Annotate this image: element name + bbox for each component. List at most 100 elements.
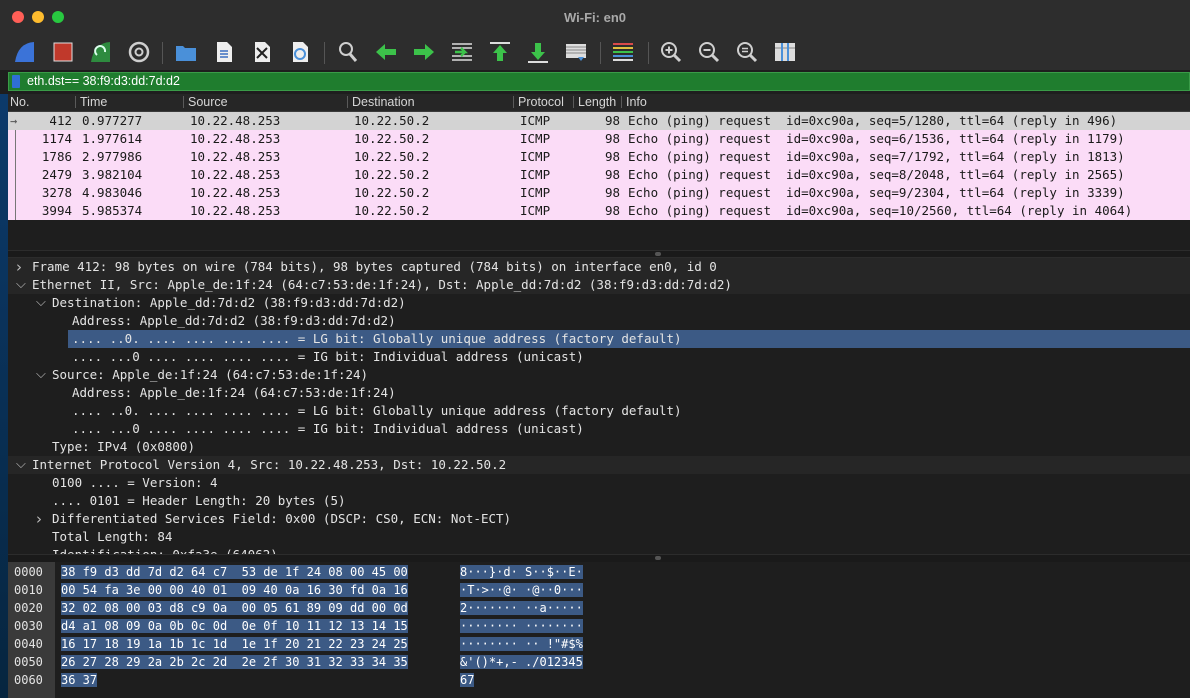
zoom-normal-button[interactable] (734, 39, 760, 65)
reload-file-button[interactable] (287, 39, 313, 65)
packet-destination: 10.22.50.2 (354, 113, 430, 128)
ascii-bytes[interactable]: ·T·>··@· ·@··0··· (460, 581, 583, 599)
ascii-bytes[interactable]: 67 (460, 671, 475, 689)
column-separator[interactable] (75, 96, 76, 108)
detail-tree-item[interactable]: .... ..0. .... .... .... .... = LG bit: … (8, 330, 1190, 348)
chevron-right-icon[interactable]: › (16, 258, 22, 276)
detail-tree-item[interactable]: ⌵ Destination: Apple_dd:7d:d2 (38:f9:d3:d… (8, 294, 1190, 312)
chevron-down-icon[interactable]: ⌵ (16, 276, 26, 294)
ascii-bytes-highlight: ········ ········ (460, 619, 583, 633)
go-forward-button[interactable] (411, 39, 437, 65)
chevron-down-icon[interactable]: ⌵ (16, 456, 26, 474)
packet-length: 98 (604, 203, 620, 218)
open-file-icon (176, 46, 196, 61)
chevron-down-icon[interactable]: ⌵ (36, 366, 46, 384)
packet-protocol: ICMP (520, 131, 551, 146)
hex-bytes[interactable]: 26 27 28 29 2a 2b 2c 2d 2e 2f 30 31 32 3… (61, 653, 408, 671)
column-separator[interactable] (621, 96, 622, 108)
go-to-packet-button[interactable] (449, 39, 475, 65)
autoscroll-button[interactable] (563, 39, 589, 65)
packet-protocol: ICMP (520, 149, 551, 164)
start-capture-button[interactable] (12, 39, 38, 65)
packet-protocol: ICMP (520, 203, 551, 218)
pane-splitter[interactable] (8, 250, 1190, 258)
restart-capture-button[interactable] (88, 39, 114, 65)
main-toolbar (0, 34, 1190, 70)
hex-bytes[interactable]: 36 37 (61, 671, 98, 689)
col-header-no[interactable]: No. (10, 95, 29, 109)
detail-tree-label: Ethernet II, Src: Apple_de:1f:24 (64:c7:… (32, 277, 732, 292)
detail-tree-item[interactable]: Total Length: 84 (8, 528, 1190, 546)
column-separator[interactable] (183, 96, 184, 108)
ascii-bytes[interactable]: ········ ·· !"#$% (460, 635, 583, 653)
detail-tree-item[interactable]: ⌵ Ethernet II, Src: Apple_de:1f:24 (64:c7… (8, 276, 1190, 294)
packet-row[interactable]: → 412 0.977277 10.22.48.253 10.22.50.2 ICMP 98… (8, 112, 1190, 130)
packet-info: Echo (ping) request id=0xc90a, seq=8/204… (628, 167, 1125, 182)
hex-bytes[interactable]: 16 17 18 19 1a 1b 1c 1d 1e 1f 20 21 22 2… (61, 635, 408, 653)
hex-bytes[interactable]: 32 02 08 00 03 d8 c9 0a 00 05 61 89 09 d… (61, 599, 408, 617)
hex-bytes[interactable]: 38 f9 d3 dd 7d d2 64 c7 53 de 1f 24 08 0… (61, 563, 408, 581)
zoom-out-button[interactable] (696, 39, 722, 65)
detail-tree-item[interactable]: Identification: 0xfa3e (64062) (8, 546, 1190, 554)
detail-tree-label: Source: Apple_de:1f:24 (64:c7:53:de:1f:2… (52, 367, 369, 382)
ascii-bytes[interactable]: 8···}·d· S··$··E· (460, 563, 583, 581)
chevron-right-icon[interactable]: › (36, 510, 42, 528)
col-header-length[interactable]: Length (578, 95, 622, 109)
detail-tree-item[interactable]: .... ...0 .... .... .... .... = IG bit: … (8, 348, 1190, 366)
packet-row[interactable]: 3994 5.985374 10.22.48.253 10.22.50.2 ICMP 98… (8, 202, 1190, 220)
packet-row[interactable]: 1786 2.977986 10.22.48.253 10.22.50.2 ICMP 98… (8, 148, 1190, 166)
packet-row[interactable]: 1174 1.977614 10.22.48.253 10.22.50.2 ICMP 98… (8, 130, 1190, 148)
detail-tree-item[interactable]: Address: Apple_dd:7d:d2 (38:f9:d3:dd:7d:… (8, 312, 1190, 330)
detail-tree-item[interactable]: Address: Apple_de:1f:24 (64:c7:53:de:1f:… (8, 384, 1190, 402)
close-file-icon (255, 42, 270, 62)
chevron-down-icon[interactable]: ⌵ (36, 294, 46, 312)
ascii-bytes[interactable]: 2······· ··a····· (460, 599, 583, 617)
ascii-bytes[interactable]: &'()*+,- ./012345 (460, 653, 583, 671)
ascii-bytes-highlight: ········ ·· !"#$% (460, 637, 583, 651)
zoom-normal-icon (737, 42, 758, 63)
packet-row[interactable]: 2479 3.982104 10.22.48.253 10.22.50.2 ICMP 98… (8, 166, 1190, 184)
column-separator[interactable] (513, 96, 514, 108)
ascii-bytes[interactable]: ········ ········ (460, 617, 583, 635)
detail-tree-item[interactable]: .... ..0. .... .... .... .... = LG bit: … (8, 402, 1190, 420)
save-file-button[interactable] (211, 39, 237, 65)
column-separator[interactable] (347, 96, 348, 108)
detail-tree-item[interactable]: › Differentiated Services Field: 0x00 (DS… (8, 510, 1190, 528)
restart-capture-icon (91, 42, 110, 62)
col-header-time[interactable]: Time (80, 95, 107, 109)
find-packet-button[interactable] (335, 39, 361, 65)
col-header-info[interactable]: Info (626, 95, 647, 109)
resize-columns-button[interactable] (772, 39, 798, 65)
hex-bytes[interactable]: 00 54 fa 3e 00 00 40 01 09 40 0a 16 30 f… (61, 581, 408, 599)
zoom-out-icon (699, 42, 720, 63)
col-header-destination[interactable]: Destination (352, 95, 415, 109)
go-last-packet-button[interactable] (525, 39, 551, 65)
zoom-in-button[interactable] (658, 39, 684, 65)
colorize-icon (613, 43, 633, 61)
close-file-button[interactable] (249, 39, 275, 65)
open-file-button[interactable] (173, 39, 199, 65)
stop-capture-button[interactable] (50, 39, 76, 65)
colorize-button[interactable] (610, 39, 636, 65)
go-back-button[interactable] (373, 39, 399, 65)
hex-bytes-highlight: 26 27 28 29 2a 2b 2c 2d 2e 2f 30 31 32 3… (61, 655, 408, 669)
hex-bytes[interactable]: d4 a1 08 09 0a 0b 0c 0d 0e 0f 10 11 12 1… (61, 617, 408, 635)
detail-tree-item[interactable]: 0100 .... = Version: 4 (8, 474, 1190, 492)
detail-tree-item[interactable]: .... ...0 .... .... .... .... = IG bit: … (8, 420, 1190, 438)
capture-options-button[interactable] (126, 39, 152, 65)
detail-tree-item[interactable]: .... 0101 = Header Length: 20 bytes (5) (8, 492, 1190, 510)
packet-row[interactable]: 3278 4.983046 10.22.48.253 10.22.50.2 ICMP 98… (8, 184, 1190, 202)
col-header-source[interactable]: Source (188, 95, 228, 109)
display-filter-input[interactable] (27, 73, 1177, 90)
detail-tree-item[interactable]: Type: IPv4 (0x0800) (8, 438, 1190, 456)
col-header-protocol[interactable]: Protocol (518, 95, 564, 109)
bookmark-icon[interactable] (12, 75, 20, 88)
detail-tree-item[interactable]: ⌵ Internet Protocol Version 4, Src: 10.22… (8, 456, 1190, 474)
column-separator[interactable] (573, 96, 574, 108)
go-first-packet-button[interactable] (487, 39, 513, 65)
hex-bytes-highlight: d4 a1 08 09 0a 0b 0c 0d 0e 0f 10 11 12 1… (61, 619, 408, 633)
pane-splitter[interactable] (8, 554, 1190, 562)
packet-list: No. Time Source Destination Protocol Length In… (8, 94, 1190, 250)
detail-tree-item[interactable]: › Frame 412: 98 bytes on wire (784 bits),… (8, 258, 1190, 276)
detail-tree-item[interactable]: ⌵ Source: Apple_de:1f:24 (64:c7:53:de:1f:… (8, 366, 1190, 384)
